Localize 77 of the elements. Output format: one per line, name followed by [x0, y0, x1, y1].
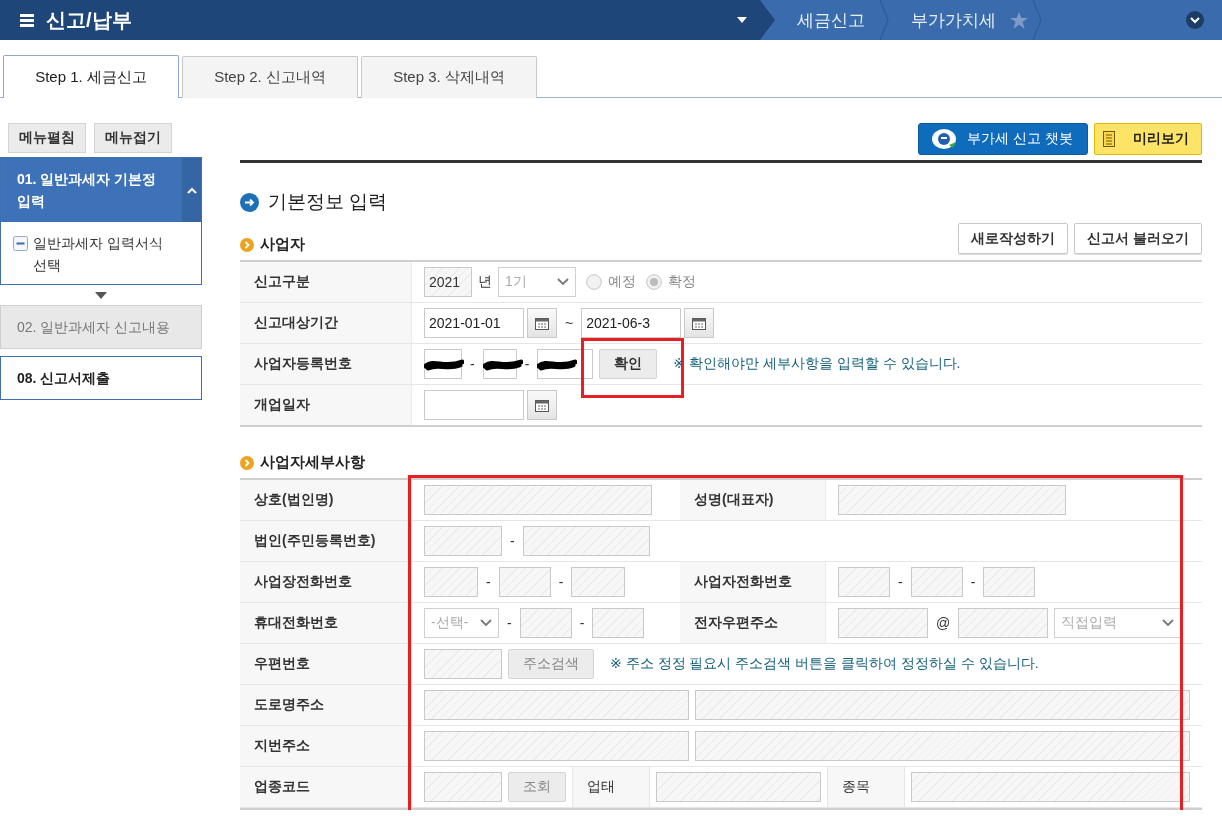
unit-label: 년	[478, 273, 492, 291]
field-label: 개업일자	[240, 385, 412, 425]
field-label: 법인(주민등록번호)	[240, 521, 412, 561]
form-button[interactable]: 새로작성하기	[958, 223, 1069, 254]
chevron-down-icon	[480, 619, 492, 627]
calendar-button[interactable]	[527, 390, 557, 420]
menu-button[interactable]: 메뉴펼침	[8, 123, 86, 153]
chevron-down-icon	[1162, 619, 1175, 627]
field-label: 종목	[827, 767, 905, 807]
chevron-circle-icon	[240, 455, 254, 470]
field-label: 지번주소	[240, 726, 412, 766]
arrow-circle-icon	[240, 192, 259, 212]
field-label: 사업자등록번호	[240, 344, 412, 384]
submenu-item[interactable]: 일반과세자 입력서식 선택	[33, 232, 189, 276]
help-note: ※ 주소 정정 필요시 주소검색 버튼을 클릭하여 정정하실 수 있습니다.	[610, 655, 1039, 673]
calendar-icon	[692, 316, 707, 330]
separator-text: @	[935, 615, 952, 631]
menu-icon[interactable]	[20, 13, 34, 27]
separator-text: -	[897, 574, 904, 590]
separator-text: -	[969, 574, 977, 590]
field-label: 사업장전화번호	[240, 562, 412, 602]
menu-item[interactable]: 01. 일반과세자 기본정 입력	[1, 158, 182, 222]
separator-text: -	[578, 615, 586, 631]
menu-button[interactable]: 메뉴접기	[94, 123, 172, 153]
calendar-button[interactable]	[684, 308, 715, 338]
document-icon	[1103, 131, 1115, 147]
subsection-title: 사업자세부사항	[260, 453, 365, 472]
field-label: 성명(대표자)	[680, 480, 826, 520]
star-icon[interactable]	[1010, 11, 1028, 29]
redaction-scribble	[537, 357, 578, 371]
field-label: 업태	[572, 767, 650, 807]
redaction-scribble	[482, 357, 523, 371]
separator-text: -	[523, 356, 531, 372]
form-button[interactable]: 신고서 불러오기	[1074, 223, 1202, 254]
chevron-down-icon[interactable]	[1186, 11, 1204, 29]
separator-text: -	[509, 533, 516, 549]
field-label: 업종코드	[240, 767, 412, 807]
calendar-icon	[535, 398, 549, 412]
breadcrumb-link[interactable]: 세금신고	[775, 8, 879, 32]
field-label: 상호(법인명)	[240, 480, 412, 520]
date-field[interactable]: 2021-01-01	[424, 308, 524, 338]
date-field[interactable]: 2021-06-3	[581, 308, 682, 338]
chevron-up-icon	[186, 186, 197, 194]
chevron-right-icon	[879, 0, 889, 40]
separator-text: ~	[564, 315, 575, 331]
field-label: 신고구분	[240, 262, 412, 302]
field-label: 전자우편주소	[680, 603, 826, 643]
minus-box-icon[interactable]	[13, 236, 28, 251]
breadcrumb-link[interactable]: 부가가치세	[889, 8, 1010, 32]
section-title: 기본정보 입력	[268, 190, 388, 214]
calendar-button[interactable]	[527, 308, 557, 338]
form-button[interactable]: 확인	[599, 349, 658, 379]
subsection-title: 사업자	[260, 235, 305, 254]
separator-text: -	[485, 574, 492, 590]
field-label: 신고대상기간	[240, 303, 412, 343]
field-label: 우편번호	[240, 644, 412, 684]
field-label: 사업자전화번호	[680, 562, 826, 602]
step-tab[interactable]: Step 3. 삭제내역	[361, 56, 537, 98]
caret-down-icon[interactable]	[737, 17, 747, 23]
separator-text: -	[557, 574, 565, 590]
down-arrow-icon	[95, 292, 107, 299]
chevron-right-icon	[1032, 0, 1042, 40]
redaction-scribble	[424, 357, 464, 371]
field-label: 도로명주소	[240, 685, 412, 725]
separator-text: -	[506, 615, 513, 631]
preview-button[interactable]: 미리보기	[1094, 123, 1202, 155]
chevron-down-icon	[557, 278, 569, 286]
menu-title: 신고/납부	[46, 7, 132, 33]
separator-text: -	[469, 356, 476, 372]
chevron-circle-icon	[240, 237, 254, 252]
step-tab[interactable]: Step 2. 신고내역	[182, 56, 358, 98]
date-field[interactable]	[424, 390, 524, 420]
collapse-toggle[interactable]	[182, 158, 201, 222]
step-tab[interactable]: Step 1. 세금신고	[3, 55, 179, 98]
field-label: 휴대전화번호	[240, 603, 412, 643]
chatbot-button[interactable]: 부가세 신고 챗봇	[918, 123, 1088, 155]
calendar-icon	[535, 316, 549, 330]
